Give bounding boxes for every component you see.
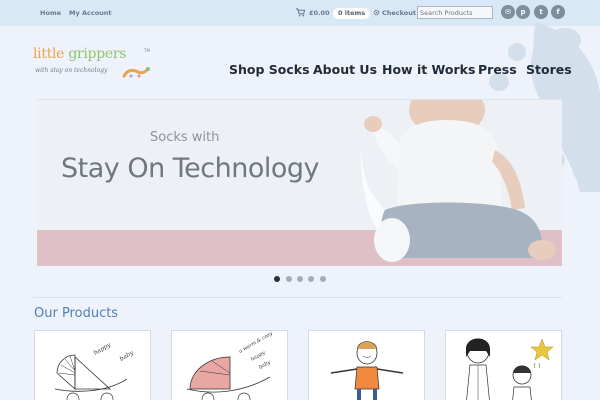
product-card-pram-sketch[interactable]: happy baby [34,330,151,400]
pram-sketch-image: happy baby [54,341,136,400]
twitter-icon[interactable]: t [534,5,548,19]
search-input[interactable] [417,6,493,19]
logo-tagline: with stay on technology [35,67,108,74]
slider-dot-4[interactable] [308,276,314,282]
product-card-pink-pram[interactable]: a warm & cosy happy baby [171,330,288,400]
hero-slider[interactable]: Socks with Stay On Technology [37,99,562,266]
logo-wordmark: little grippers [33,46,127,62]
nav-stores[interactable]: Stores [526,62,572,77]
slider-dot-1[interactable] [274,276,280,282]
lizard-icon [122,67,150,78]
nav-shop-socks[interactable]: Shop Socks [229,62,310,77]
slider-dot-2[interactable] [286,276,292,282]
svg-text:baby: baby [119,349,136,363]
hero-title: Stay On Technology [61,153,320,184]
product-card-child-sketch[interactable] [308,330,425,400]
slider-dot-5[interactable] [320,276,326,282]
cart-items-badge[interactable]: 0 items [333,8,371,19]
gear-icon [373,9,380,16]
family-sketch-image: { } [466,338,554,400]
site-logo[interactable]: little grippers TM with stay on technolo… [33,46,155,88]
products-heading: Our Products [34,306,119,321]
baby-photo [360,100,556,262]
logo-trademark: TM [144,48,150,53]
nav-how-it-works[interactable]: How it Works [382,62,475,77]
svg-text:happy: happy [93,341,113,357]
envelope-icon[interactable]: ✉ [501,5,515,19]
checkout-link[interactable]: Checkout [382,9,416,17]
nav-press[interactable]: Press [478,62,517,77]
my-account-link[interactable]: My Account [69,9,112,17]
product-card-family-sketch[interactable]: { } [445,330,562,400]
slider-dot-3[interactable] [297,276,303,282]
facebook-icon[interactable]: f [551,5,565,19]
hero-subtitle: Socks with [150,130,220,145]
nav-about-us[interactable]: About Us [313,62,377,77]
home-link[interactable]: Home [40,9,61,17]
svg-text:baby: baby [258,359,272,370]
pink-pram-image: a warm & cosy happy baby [186,331,274,400]
svg-text:{ }: { } [533,363,541,369]
svg-text:happy: happy [250,350,267,363]
pinterest-icon[interactable]: p [516,5,530,19]
svg-text:a warm & cosy: a warm & cosy [238,331,274,355]
child-sketch-image [330,341,404,400]
cart-icon[interactable] [296,8,305,17]
section-divider [33,297,562,298]
cart-amount[interactable]: £0.00 [309,9,330,17]
